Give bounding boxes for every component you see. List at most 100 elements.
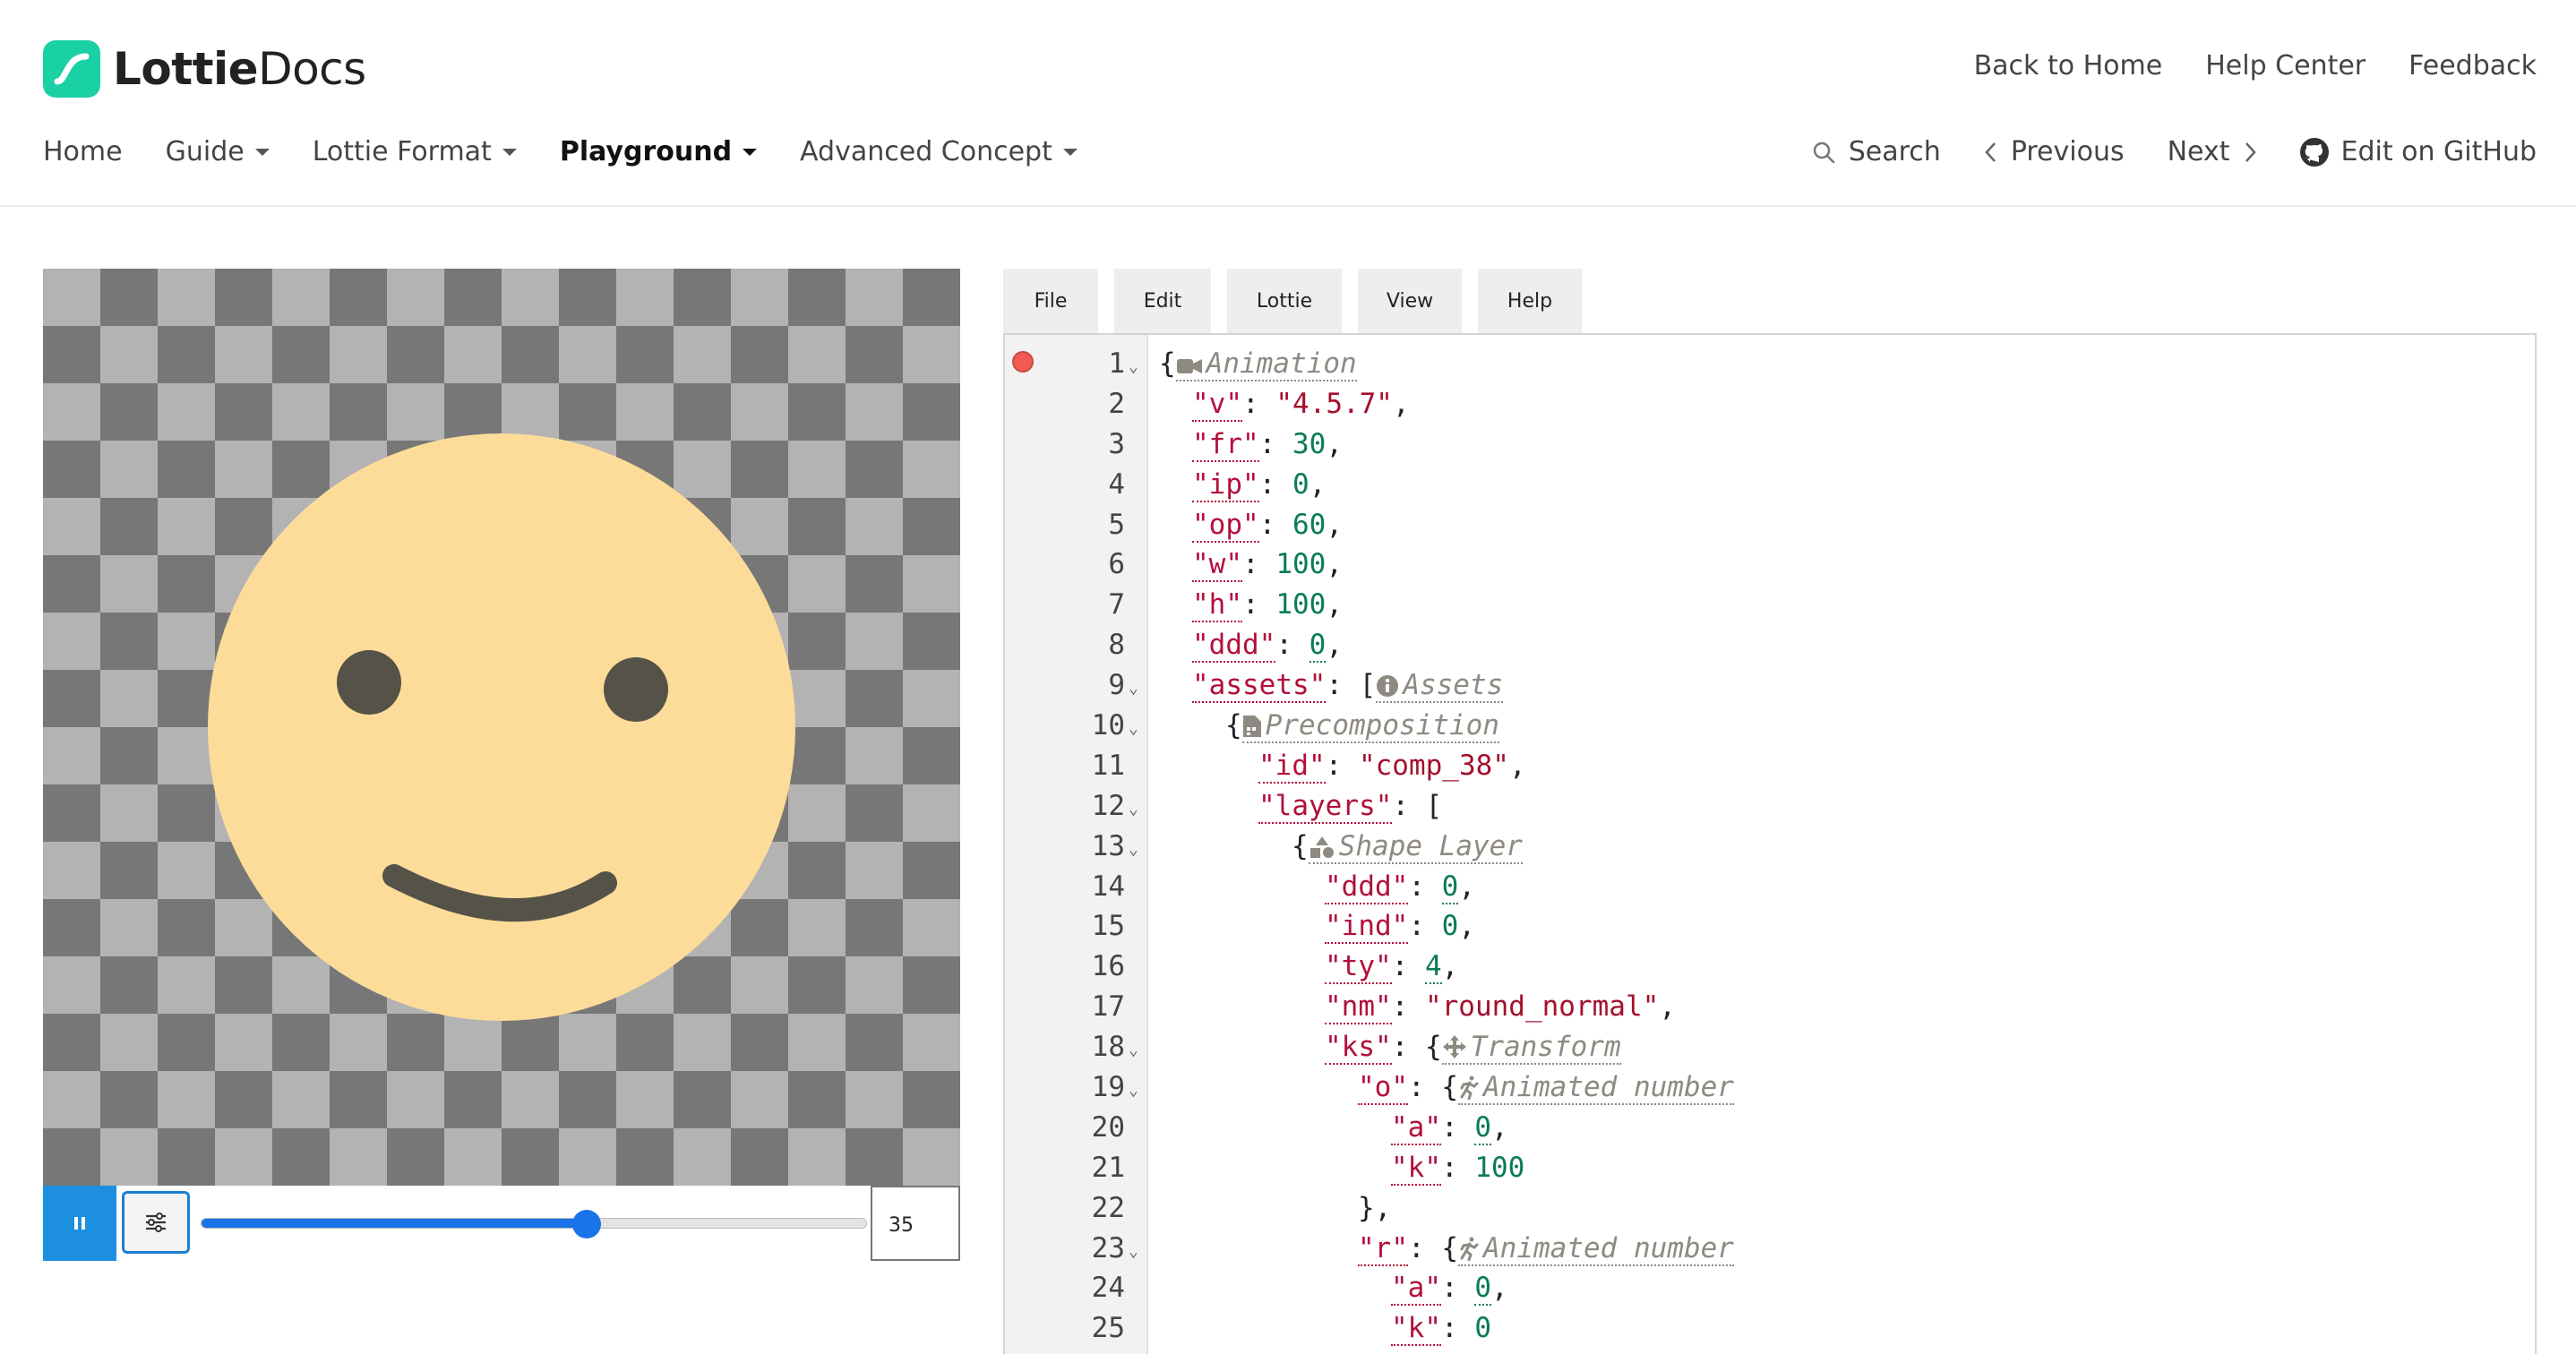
menu-view[interactable]: View	[1358, 269, 1462, 333]
code-text[interactable]: "assets": [Assets	[1192, 665, 1504, 706]
code-text[interactable]: "k": 0	[1391, 1308, 1491, 1349]
json-key: "ddd"	[1325, 870, 1409, 904]
frame-input[interactable]: 35	[871, 1186, 960, 1261]
json-punctuation: ,	[1309, 467, 1327, 501]
search-button[interactable]: Search	[1811, 136, 1941, 167]
previous-link[interactable]: Previous	[1984, 136, 2125, 167]
json-punctuation: : {	[1408, 1071, 1458, 1104]
fold-chevron-icon[interactable]: ⌄	[1129, 830, 1138, 870]
menu-file[interactable]: File	[1003, 269, 1098, 333]
code-text[interactable]: "h": 100,	[1192, 585, 1343, 625]
logo-text: LottieDocs	[113, 43, 366, 95]
code-text[interactable]: "a": 0,	[1391, 1108, 1508, 1148]
type-hint-annotation[interactable]: Shape Layer	[1308, 829, 1523, 864]
json-key: "id"	[1258, 749, 1326, 784]
next-link[interactable]: Next	[2168, 136, 2257, 167]
code-text[interactable]: "k": 100	[1391, 1148, 1524, 1188]
json-value: 0	[1441, 910, 1459, 943]
code-text[interactable]: "fr": 30,	[1192, 424, 1343, 465]
code-text[interactable]: },	[1358, 1188, 1391, 1229]
animation-canvas[interactable]	[43, 269, 960, 1186]
json-key: "layers"	[1258, 789, 1393, 824]
nav-guide[interactable]: Guide	[166, 136, 270, 167]
line-number: 12	[1091, 789, 1125, 822]
code-text[interactable]: "w": 100,	[1192, 544, 1343, 585]
code-text[interactable]: "op": 60,	[1192, 505, 1343, 545]
code-text[interactable]: "id": "comp_38",	[1258, 746, 1526, 786]
json-punctuation: :	[1275, 629, 1309, 662]
fold-chevron-icon[interactable]: ⌄	[1129, 1031, 1138, 1071]
code-text[interactable]: "layers": [	[1258, 786, 1442, 827]
line-number: 2	[1108, 387, 1125, 420]
frame-slider-thumb[interactable]	[572, 1210, 602, 1238]
type-hint: Animated number	[1483, 1231, 1734, 1264]
type-hint-annotation[interactable]: Transform	[1441, 1031, 1621, 1066]
pause-button[interactable]	[43, 1186, 116, 1261]
json-punctuation: :	[1408, 870, 1442, 903]
code-text[interactable]: {Precomposition	[1225, 706, 1499, 746]
json-punctuation: :	[1258, 427, 1292, 460]
line-number: 17	[1091, 990, 1125, 1024]
json-key: "a"	[1391, 1110, 1441, 1145]
type-hint-annotation[interactable]: Animation	[1175, 347, 1357, 381]
code-text[interactable]: {Animation	[1159, 344, 1357, 384]
edit-on-github-link[interactable]: Edit on GitHub	[2299, 136, 2537, 167]
json-key: "r"	[1358, 1231, 1408, 1266]
type-hint: Animated number	[1483, 1071, 1734, 1104]
fold-chevron-icon[interactable]: ⌄	[1129, 1232, 1138, 1273]
nav-playground[interactable]: Playground	[560, 136, 758, 167]
fold-chevron-icon[interactable]: ⌄	[1129, 1071, 1138, 1111]
code-text[interactable]: "ty": 4,	[1325, 947, 1458, 987]
json-punctuation: :	[1242, 387, 1276, 420]
nav-advanced-concept[interactable]: Advanced Concept	[800, 136, 1078, 167]
line-number: 15	[1091, 910, 1125, 943]
json-punctuation: : [	[1326, 669, 1377, 702]
frame-slider[interactable]	[201, 1210, 867, 1238]
code-text[interactable]: {Shape Layer	[1292, 827, 1523, 867]
code-text[interactable]: "o": {Animated number	[1358, 1067, 1734, 1108]
type-hint-annotation[interactable]: Animated number	[1458, 1231, 1734, 1266]
code-text[interactable]: "a": 0,	[1391, 1268, 1508, 1308]
fold-chevron-icon[interactable]: ⌄	[1129, 790, 1138, 830]
pause-icon	[74, 1217, 85, 1230]
code-text[interactable]: "ks": {Transform	[1325, 1027, 1621, 1067]
fold-chevron-icon[interactable]: ⌄	[1129, 669, 1138, 709]
nav-label: Guide	[165, 136, 245, 167]
line-number: 5	[1108, 508, 1125, 541]
json-punctuation: ,	[1508, 749, 1526, 782]
code-text[interactable]: "ddd": 0,	[1325, 867, 1475, 907]
back-to-home-link[interactable]: Back to Home	[1974, 50, 2163, 81]
json-code-editor[interactable]: 1 ⌄{Animation 2 "v": "4.5.7", 3 "fr": 30, 4 "ip…	[1003, 333, 2537, 1354]
code-text[interactable]: "v": "4.5.7",	[1192, 384, 1410, 424]
type-hint: Precomposition	[1265, 709, 1499, 742]
json-key: "h"	[1192, 588, 1242, 623]
feedback-link[interactable]: Feedback	[2409, 50, 2537, 81]
json-punctuation: :	[1242, 548, 1276, 581]
menu-help[interactable]: Help	[1478, 269, 1582, 333]
json-key: "ks"	[1325, 1031, 1392, 1066]
code-text[interactable]: "r": {Animated number	[1358, 1229, 1734, 1269]
fold-chevron-icon[interactable]: ⌄	[1129, 709, 1138, 750]
line-number: 6	[1108, 548, 1125, 581]
line-number: 13	[1091, 829, 1125, 862]
fold-chevron-icon[interactable]: ⌄	[1129, 347, 1138, 388]
type-hint-annotation[interactable]: Assets	[1376, 669, 1504, 704]
main-nav: Home Guide Lottie Format Playground Advanced…	[43, 136, 1121, 167]
code-text[interactable]: },	[1358, 1349, 1391, 1354]
code-text[interactable]: "nm": "round_normal",	[1325, 987, 1676, 1027]
nav-lottie-format[interactable]: Lottie Format	[313, 136, 517, 167]
json-value: "round_normal"	[1424, 990, 1660, 1024]
player-settings-button[interactable]	[122, 1191, 190, 1254]
json-punctuation: ,	[1326, 508, 1343, 541]
code-text[interactable]: "ddd": 0,	[1192, 625, 1343, 665]
code-text[interactable]: "ip": 0,	[1192, 465, 1326, 505]
logo[interactable]: LottieDocs	[43, 39, 366, 99]
menu-lottie[interactable]: Lottie	[1227, 269, 1342, 333]
chevron-left-icon	[1985, 141, 1996, 162]
type-hint-annotation[interactable]: Animated number	[1458, 1071, 1734, 1106]
nav-home[interactable]: Home	[43, 136, 123, 167]
code-text[interactable]: "ind": 0,	[1325, 906, 1475, 947]
type-hint-annotation[interactable]: Precomposition	[1241, 709, 1499, 744]
menu-edit[interactable]: Edit	[1114, 269, 1211, 333]
help-center-link[interactable]: Help Center	[2205, 50, 2366, 81]
